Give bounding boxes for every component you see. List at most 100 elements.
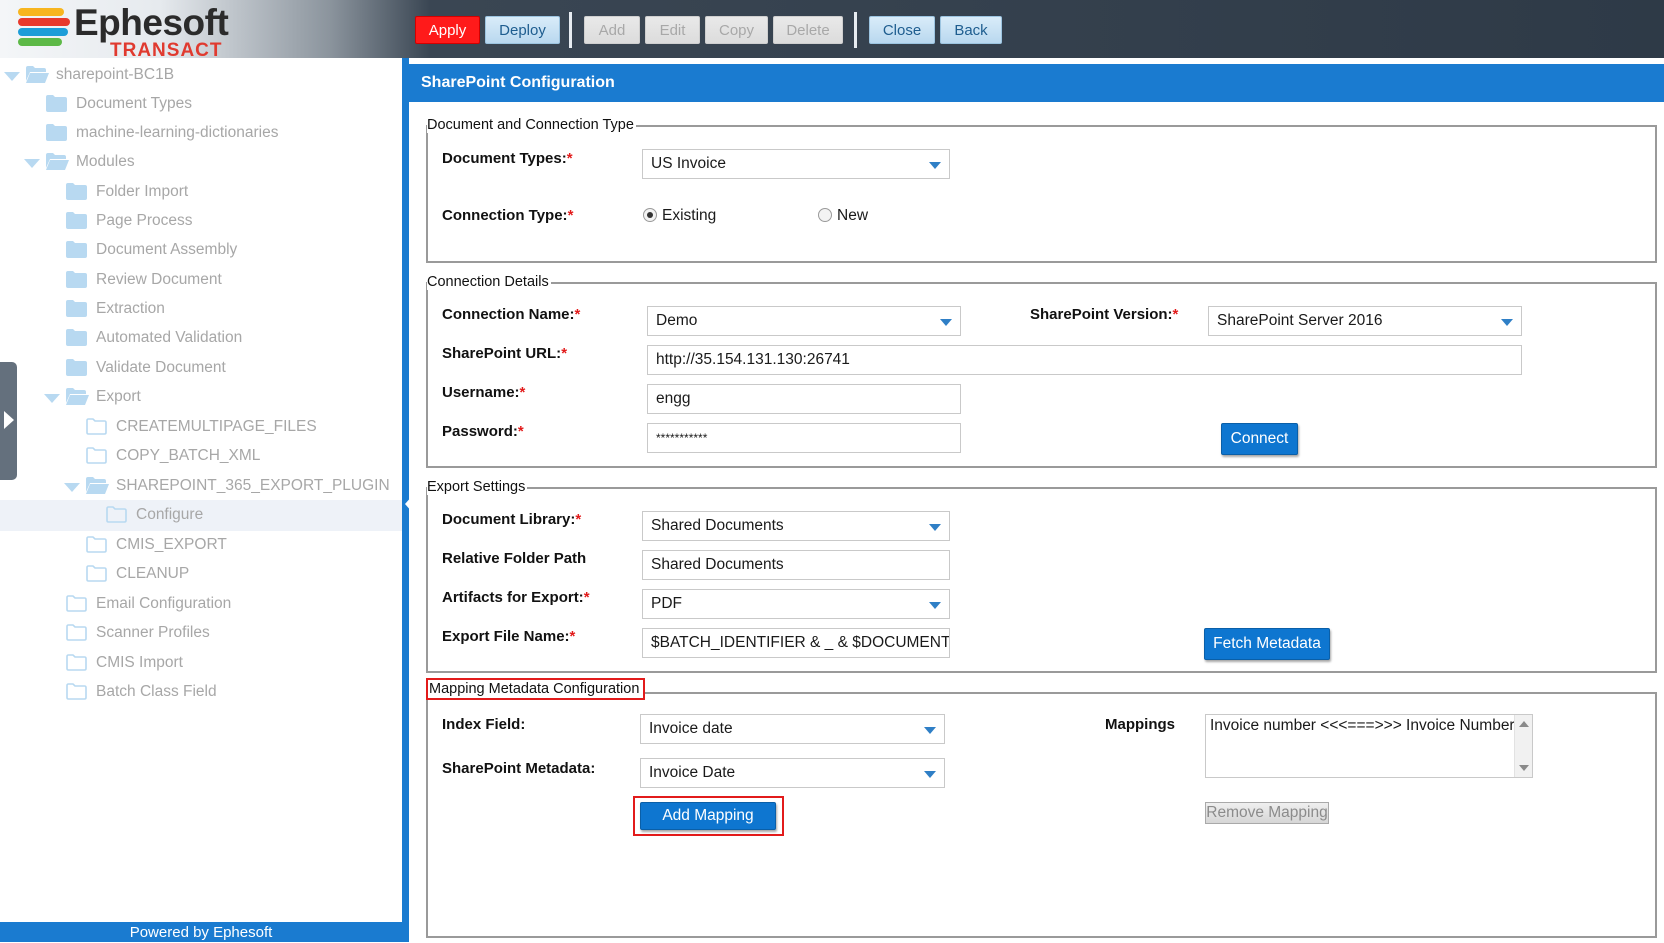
radio-existing-label[interactable]: Existing — [662, 207, 716, 225]
tree-item[interactable]: Configure — [0, 500, 402, 531]
folder-icon — [66, 212, 87, 229]
tree-item[interactable]: Document Types — [0, 89, 402, 120]
logo-stripe-green — [18, 38, 62, 46]
scroll-up-icon[interactable] — [1519, 721, 1529, 727]
mappings-list[interactable]: Invoice number <<<===>>> Invoice Number — [1205, 714, 1533, 778]
tree-item[interactable]: CMIS Import — [0, 648, 402, 679]
tree-item[interactable]: CMIS_EXPORT — [0, 530, 402, 561]
section-legend-highlighted: Mapping Metadata Configuration — [426, 678, 646, 700]
tree-item-label: Configure — [136, 506, 204, 523]
export-file-name-input[interactable]: $BATCH_IDENTIFIER & _ & $DOCUMENT — [642, 628, 950, 658]
expand-right-icon — [4, 411, 14, 429]
tree-item[interactable]: Export — [0, 382, 402, 413]
expand-down-icon[interactable] — [24, 159, 40, 168]
ephesoft-logo: Ephesoft TRANSACT — [18, 2, 258, 61]
folder-icon — [66, 271, 87, 288]
tree-item[interactable]: Batch Class Field — [0, 677, 402, 708]
section-legend: Connection Details — [427, 274, 551, 290]
chevron-down-icon — [940, 319, 952, 326]
copy-button[interactable]: Copy — [705, 16, 768, 44]
tree-item[interactable]: COPY_BATCH_XML — [0, 441, 402, 472]
tree-item[interactable]: Scanner Profiles — [0, 618, 402, 649]
tree-item[interactable]: SHAREPOINT_365_EXPORT_PLUGIN — [0, 471, 402, 502]
expand-down-icon[interactable] — [64, 483, 80, 492]
tree-item[interactable]: Modules — [0, 147, 402, 178]
close-button[interactable]: Close — [869, 16, 935, 44]
sharepoint-version-label: SharePoint Version:* — [1030, 306, 1179, 323]
radio-existing[interactable] — [643, 208, 657, 222]
side-expand-tab[interactable] — [0, 362, 17, 480]
mappings-scrollbar[interactable] — [1514, 715, 1532, 777]
document-types-label: Document Types:* — [442, 150, 573, 167]
panel-title: SharePoint Configuration — [409, 64, 1664, 102]
connection-name-label: Connection Name:* — [442, 306, 581, 323]
tree-item-label: SHAREPOINT_365_EXPORT_PLUGIN — [116, 477, 390, 494]
sharepoint-metadata-select[interactable]: Invoice Date — [640, 758, 945, 788]
tree-item[interactable]: Document Assembly — [0, 235, 402, 266]
folder-icon — [66, 359, 87, 376]
radio-new-label[interactable]: New — [837, 207, 868, 225]
remove-mapping-button[interactable]: Remove Mapping — [1205, 802, 1329, 824]
document-library-select[interactable]: Shared Documents — [642, 511, 950, 541]
tree-item[interactable]: machine-learning-dictionaries — [0, 118, 402, 149]
tree-item-label: CREATEMULTIPAGE_FILES — [116, 418, 317, 435]
scroll-down-icon[interactable] — [1519, 765, 1529, 771]
sharepoint-metadata-label: SharePoint Metadata: — [442, 760, 596, 777]
apply-button[interactable]: Apply — [415, 16, 480, 44]
index-field-select[interactable]: Invoice date — [640, 714, 945, 744]
tree-item[interactable]: sharepoint-BC1B — [0, 60, 402, 91]
tree-item[interactable]: Automated Validation — [0, 323, 402, 354]
username-label: Username:* — [442, 384, 526, 401]
chevron-down-icon — [929, 602, 941, 609]
relative-folder-path-input[interactable]: Shared Documents — [642, 550, 950, 580]
sharepoint-url-input[interactable]: http://35.154.131.130:26741 — [647, 345, 1522, 375]
tree-item[interactable]: Folder Import — [0, 177, 402, 208]
batch-class-tree: sharepoint-BC1B Document Types machine-lea… — [0, 58, 402, 922]
sharepoint-version-select[interactable]: SharePoint Server 2016 — [1208, 306, 1522, 336]
deploy-button[interactable]: Deploy — [485, 16, 560, 44]
password-input[interactable]: *********** — [647, 423, 961, 453]
back-button[interactable]: Back — [940, 16, 1002, 44]
folder-outline-icon — [66, 624, 87, 641]
delete-button[interactable]: Delete — [773, 16, 843, 44]
password-label: Password:* — [442, 423, 524, 440]
tree-item[interactable]: CREATEMULTIPAGE_FILES — [0, 412, 402, 443]
folder-icon — [66, 241, 87, 258]
edit-button[interactable]: Edit — [645, 16, 700, 44]
tree-item[interactable]: CLEANUP — [0, 559, 402, 590]
connection-name-select[interactable]: Demo — [647, 306, 961, 336]
tree-item[interactable]: Validate Document — [0, 353, 402, 384]
folder-open-icon — [66, 388, 89, 405]
chevron-down-icon — [924, 727, 936, 734]
mapping-section: Mapping Metadata Configuration Index Fie… — [426, 678, 1657, 938]
folder-outline-icon — [66, 683, 87, 700]
add-button[interactable]: Add — [584, 16, 640, 44]
add-mapping-button[interactable]: Add Mapping — [640, 802, 776, 830]
tree-item[interactable]: Email Configuration — [0, 589, 402, 620]
radio-new[interactable] — [818, 208, 832, 222]
connect-button[interactable]: Connect — [1221, 423, 1298, 455]
tree-item[interactable]: Extraction — [0, 294, 402, 325]
connection-type-label: Connection Type:* — [442, 207, 574, 224]
logo-wordmark: Ephesoft — [74, 2, 229, 43]
folder-icon — [46, 95, 67, 112]
tree-item[interactable]: Review Document — [0, 265, 402, 296]
chevron-down-icon — [1501, 319, 1513, 326]
tree-item[interactable]: Page Process — [0, 206, 402, 237]
tree-item-label: Page Process — [96, 212, 193, 229]
document-types-select[interactable]: US Invoice — [642, 149, 950, 179]
fetch-metadata-button[interactable]: Fetch Metadata — [1204, 628, 1330, 660]
toolbar-separator — [854, 12, 857, 48]
artifacts-select[interactable]: PDF — [642, 589, 950, 619]
tree-item-label: sharepoint-BC1B — [56, 66, 175, 83]
mapping-item[interactable]: Invoice number <<<===>>> Invoice Number — [1210, 717, 1528, 735]
username-input[interactable]: engg — [647, 384, 961, 414]
expand-down-icon[interactable] — [44, 394, 60, 403]
section-legend: Export Settings — [427, 479, 528, 495]
expand-down-icon[interactable] — [4, 72, 20, 81]
tree-item-label: machine-learning-dictionaries — [76, 124, 279, 141]
folder-outline-icon — [86, 536, 107, 553]
chevron-down-icon — [924, 771, 936, 778]
section-legend: Document and Connection Type — [427, 117, 636, 133]
mappings-label: Mappings — [1105, 716, 1175, 733]
